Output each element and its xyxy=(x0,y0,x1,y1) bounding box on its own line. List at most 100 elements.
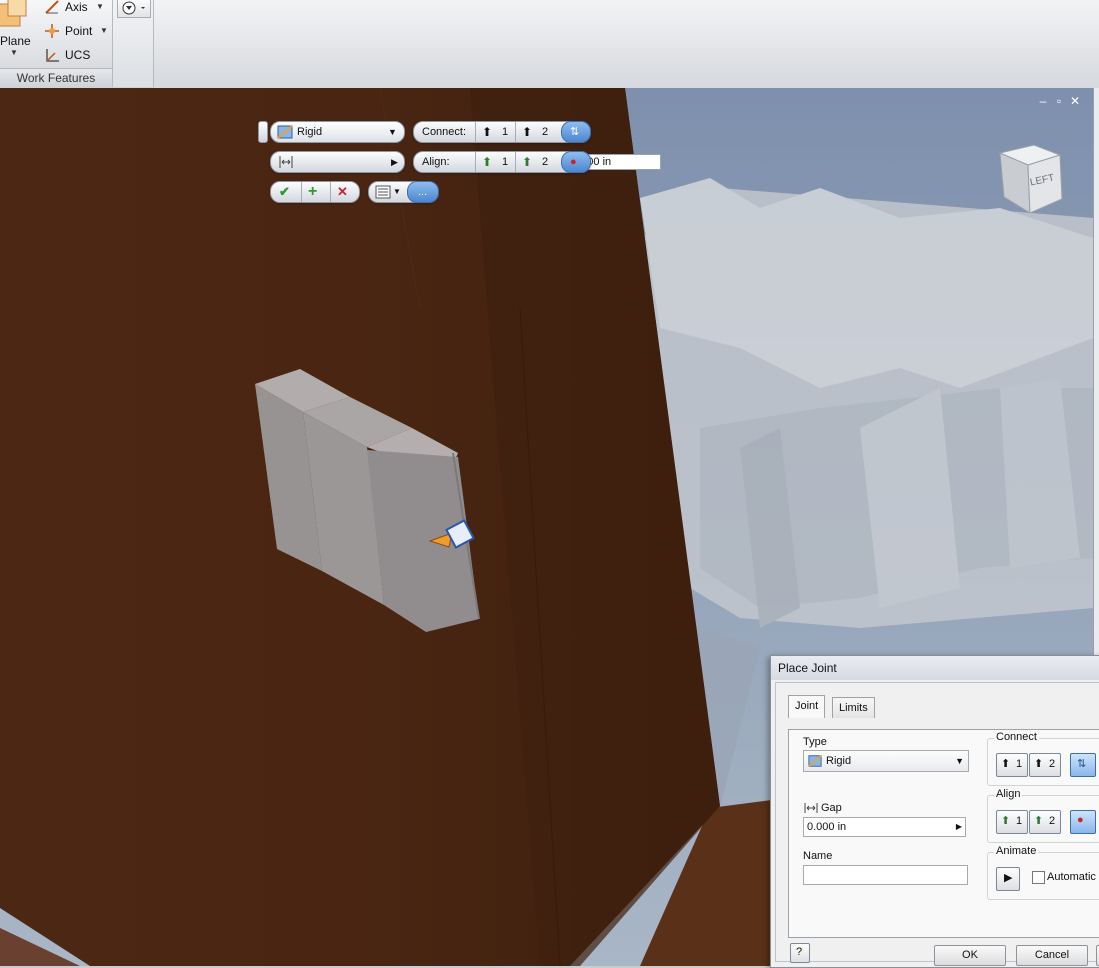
more-options-button[interactable]: ... xyxy=(407,181,439,203)
minitoolbar-actions: ✔ + ✕ xyxy=(270,181,360,203)
align-2-button[interactable]: ⬆ 2 xyxy=(515,152,558,172)
connect-2-button[interactable]: ⬆ 2 xyxy=(515,122,558,142)
add-plus-icon[interactable]: + xyxy=(308,182,317,202)
ucs-icon xyxy=(46,49,59,62)
dialog-body: Joint Limits Type Rigid ▼ Gap 0.000 in ▶… xyxy=(775,682,1099,966)
align-2-label: 2 xyxy=(542,156,549,168)
cancel-button[interactable]: Cancel xyxy=(1016,945,1088,966)
align-group-title: Align xyxy=(994,788,1023,800)
point-label: Point xyxy=(65,24,93,38)
align-icon: ⬆ xyxy=(1001,815,1011,827)
axis-button[interactable]: Axis ▼ xyxy=(44,0,106,17)
viewcube[interactable]: LEFT xyxy=(994,143,1064,214)
ok-button[interactable]: OK xyxy=(934,945,1006,966)
connect-group-title: Connect xyxy=(994,731,1039,743)
align-1-label: 1 xyxy=(502,156,509,168)
ucs-label: UCS xyxy=(65,48,91,62)
select-cursor-icon: ⬆ xyxy=(1034,758,1044,770)
connect-flip-button[interactable]: ⇅ xyxy=(1070,753,1096,777)
joint-tab-page: Type Rigid ▼ Gap 0.000 in ▶ Name Connect… xyxy=(788,729,1099,938)
panel-options-button[interactable] xyxy=(117,0,151,18)
minitoolbar-options: ▼ ... xyxy=(368,181,439,203)
help-button[interactable]: ? xyxy=(790,943,810,963)
connect-label: Connect: xyxy=(422,126,467,138)
gap-arrow-icon[interactable]: ▶ xyxy=(956,818,962,836)
flip-icon: ● xyxy=(570,156,577,168)
connect-1-button[interactable]: ⬆ 1 xyxy=(475,122,516,142)
select-cursor-icon: ⬆ xyxy=(482,125,493,139)
work-features-title: Work Features xyxy=(0,68,112,87)
animate-group: Animate ▶ Automatic P xyxy=(987,845,1099,900)
plane-dropdown-icon[interactable]: ▼ xyxy=(10,48,18,57)
type-dropdown[interactable]: Rigid ▼ xyxy=(803,750,969,772)
axis-icon xyxy=(45,0,59,14)
play-icon: ▶ xyxy=(1004,872,1013,884)
gap-input[interactable]: 0.000 in ▶ xyxy=(803,817,966,837)
gap-arrow-icon[interactable]: ▶ xyxy=(391,152,398,172)
apply-check-icon[interactable]: ✔ xyxy=(279,182,290,202)
cancel-x-icon[interactable]: ✕ xyxy=(337,182,348,202)
minitoolbar-gap-field[interactable]: 0.000 in ▶ xyxy=(270,151,661,173)
connect-2-label: 2 xyxy=(542,126,549,138)
automatic-label: Automatic P xyxy=(1047,871,1099,883)
minitoolbar-type-value: Rigid xyxy=(297,126,323,138)
align-1-label: 1 xyxy=(1016,815,1023,827)
point-dropdown-icon[interactable]: ▼ xyxy=(100,21,108,41)
work-features-panel: Plane ▼ Axis ▼ Point ▼ UCS Work Features xyxy=(0,0,113,87)
align-group: Align ⬆ 1 ⬆ 2 ● xyxy=(987,788,1099,843)
select-cursor-icon: ⬆ xyxy=(522,125,533,139)
connect-group: Connect ⬆ 1 ⬆ 2 ⇅ xyxy=(987,731,1099,786)
ribbon-small-panel xyxy=(113,0,154,87)
align-2-label: 2 xyxy=(1049,815,1056,827)
close-icon[interactable]: ✕ xyxy=(1067,94,1083,108)
align-icon: ⬆ xyxy=(482,155,493,169)
more-label: ... xyxy=(418,186,428,198)
gap-icon xyxy=(279,156,293,168)
connect-2-button[interactable]: ⬆ 2 xyxy=(1029,753,1061,777)
axis-dropdown-icon[interactable]: ▼ xyxy=(96,0,104,17)
restore-icon[interactable]: ▫ xyxy=(1051,94,1067,108)
help-icon: ? xyxy=(796,946,803,958)
type-value: Rigid xyxy=(826,755,852,767)
axis-label: Axis xyxy=(65,0,88,14)
align-1-button[interactable]: ⬆ 1 xyxy=(996,810,1028,834)
align-icon: ⬆ xyxy=(1034,815,1044,827)
play-button[interactable]: ▶ xyxy=(996,867,1020,891)
align-1-button[interactable]: ⬆ 1 xyxy=(475,152,516,172)
name-input[interactable] xyxy=(803,865,968,885)
animate-group-title: Animate xyxy=(994,845,1039,857)
automatic-checkbox[interactable] xyxy=(1032,871,1045,884)
align-2-button[interactable]: ⬆ 2 xyxy=(1029,810,1061,834)
chevron-down-icon: ▼ xyxy=(955,756,964,766)
align-icon: ⬆ xyxy=(522,155,533,169)
plane-button[interactable]: Plane ▼ xyxy=(0,0,38,66)
name-label: Name xyxy=(803,850,833,862)
options-dropdown-icon[interactable]: ▼ xyxy=(393,182,401,202)
connect-2-label: 2 xyxy=(1049,758,1056,770)
point-icon xyxy=(45,24,59,38)
minitoolbar-grip[interactable] xyxy=(258,121,268,143)
rigid-joint-icon xyxy=(808,755,822,767)
align-label: Align: xyxy=(422,156,450,168)
place-joint-dialog: Place Joint Joint Limits Type Rigid ▼ Ga… xyxy=(770,655,1099,968)
gap-icon xyxy=(804,803,818,813)
tab-joint[interactable]: Joint xyxy=(788,695,826,718)
connect-flip-button[interactable]: ⇅ xyxy=(561,121,591,143)
minitoolbar-type-dropdown[interactable]: Rigid ▼ xyxy=(270,121,405,143)
type-label: Type xyxy=(803,736,827,748)
tab-limits[interactable]: Limits xyxy=(832,697,875,718)
align-flip-button[interactable]: ● xyxy=(1070,810,1096,834)
ucs-button[interactable]: UCS xyxy=(44,45,94,65)
point-button[interactable]: Point ▼ xyxy=(44,21,108,41)
minimize-icon[interactable]: – xyxy=(1035,94,1051,108)
viewport-window-controls: – ▫ ✕ xyxy=(1035,94,1083,108)
connect-1-label: 1 xyxy=(502,126,509,138)
connect-1-button[interactable]: ⬆ 1 xyxy=(996,753,1028,777)
rigid-joint-icon xyxy=(277,125,293,139)
flip-icon: ⇅ xyxy=(570,126,580,138)
minitoolbar-align: Align: ⬆ 1 ⬆ 2 ● xyxy=(413,151,591,173)
dialog-title: Place Joint xyxy=(771,656,1099,680)
flip-icon: ⇅ xyxy=(1077,758,1087,770)
list-options-icon[interactable] xyxy=(375,185,391,199)
align-flip-button[interactable]: ● xyxy=(561,151,591,173)
